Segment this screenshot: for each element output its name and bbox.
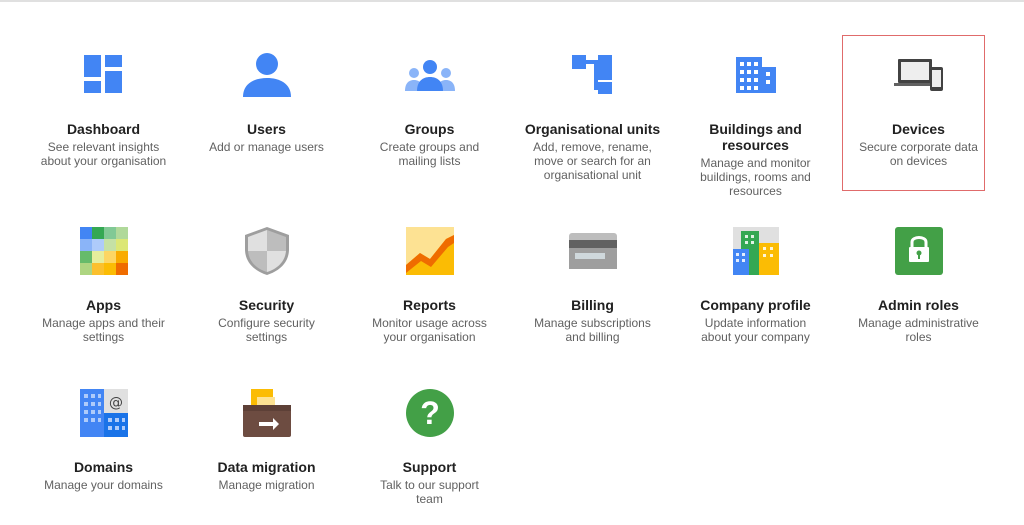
tile-description: Manage apps and their settings — [42, 316, 165, 344]
tile-description: Configure security settings — [218, 316, 315, 344]
tile-title: Admin roles — [878, 297, 959, 313]
users-icon — [241, 49, 293, 101]
admin-tiles-grid: Dashboard See relevant insights about yo… — [22, 35, 1000, 525]
tile-company-profile[interactable]: Company profile Update information about… — [674, 213, 837, 375]
tile-description: Create groups and mailing lists — [379, 140, 480, 168]
tile-description: Talk to our support team — [380, 478, 479, 506]
tile-devices[interactable]: Devices Secure corporate data on devices — [837, 35, 1000, 213]
top-divider — [0, 0, 1024, 2]
tile-title: Apps — [86, 297, 121, 313]
tile-title: Security — [238, 297, 295, 313]
tile-title: Reports — [403, 297, 456, 313]
apps-icon — [78, 225, 130, 277]
tile-description: Monitor usage across your organisation — [372, 316, 487, 344]
tile-data-migration[interactable]: Data migration Manage migration — [185, 375, 348, 525]
tile-description: Manage subscriptions and billing — [534, 316, 651, 344]
tile-description: Manage migration — [218, 478, 315, 492]
tile-groups[interactable]: Groups Create groups and mailing lists — [348, 35, 511, 213]
admin-roles-icon — [893, 225, 945, 277]
domains-icon: @ — [78, 387, 130, 439]
tile-title: Groups — [404, 121, 455, 137]
tile-buildings-and-resources[interactable]: Buildings and resources Manage and monit… — [674, 35, 837, 213]
billing-icon — [567, 225, 619, 277]
tile-title: Organisational units — [524, 121, 661, 137]
tile-description: Manage and monitor buildings, rooms and … — [700, 156, 811, 198]
buildings-icon — [730, 49, 782, 101]
groups-icon — [404, 49, 456, 101]
tile-title: Company profile — [700, 297, 811, 313]
tile-support[interactable]: ? Support Talk to our support team — [348, 375, 511, 525]
svg-text:@: @ — [109, 395, 123, 411]
tile-users[interactable]: Users Add or manage users — [185, 35, 348, 213]
company-profile-icon — [730, 225, 782, 277]
tile-apps[interactable]: Apps Manage apps and their settings — [22, 213, 185, 375]
tile-title: Data migration — [217, 459, 316, 475]
devices-icon — [893, 49, 945, 101]
tile-description: Manage administrative roles — [858, 316, 979, 344]
data-migration-icon — [241, 387, 293, 439]
tile-description: Add or manage users — [209, 140, 324, 154]
tile-title: Domains — [73, 459, 134, 475]
tile-domains[interactable]: @ Domains Manage your domains — [22, 375, 185, 525]
tile-description: See relevant insights about your organis… — [40, 140, 167, 168]
tile-description: Add, remove, rename, move or search for … — [533, 140, 652, 182]
tile-description: Update information about your company — [701, 316, 810, 344]
tile-title: Buildings and resources — [709, 121, 802, 153]
tile-title: Devices — [892, 121, 945, 137]
tile-admin-roles[interactable]: Admin roles Manage administrative roles — [837, 213, 1000, 375]
reports-icon — [404, 225, 456, 277]
tile-description: Secure corporate data on devices — [859, 140, 978, 168]
svg-text:?: ? — [420, 395, 440, 431]
tile-organisational-units[interactable]: Organisational units Add, remove, rename… — [511, 35, 674, 213]
tile-dashboard[interactable]: Dashboard See relevant insights about yo… — [22, 35, 185, 213]
dashboard-icon — [78, 49, 130, 101]
tile-description: Manage your domains — [44, 478, 163, 492]
tile-title: Support — [402, 459, 457, 475]
tile-security[interactable]: Security Configure security settings — [185, 213, 348, 375]
tile-reports[interactable]: Reports Monitor usage across your organi… — [348, 213, 511, 375]
tile-title: Dashboard — [66, 121, 141, 137]
tile-title: Billing — [571, 297, 614, 313]
org-units-icon — [567, 49, 619, 101]
tile-billing[interactable]: Billing Manage subscriptions and billing — [511, 213, 674, 375]
support-icon: ? — [404, 387, 456, 439]
security-icon — [241, 225, 293, 277]
tile-title: Users — [247, 121, 286, 137]
